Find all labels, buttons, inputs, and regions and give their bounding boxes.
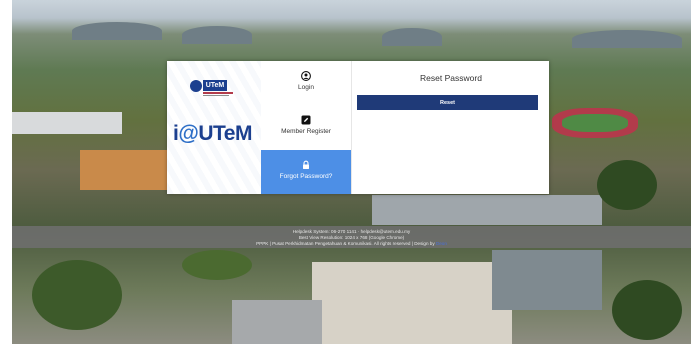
sports-field [562, 114, 628, 132]
app-title: i@UTeM [173, 122, 252, 146]
footer-credit-link[interactable]: Deon [436, 241, 447, 246]
reset-button[interactable]: Reset [357, 95, 538, 110]
menu-item-label: Login [298, 84, 314, 91]
trees [182, 250, 252, 280]
lock-icon [303, 160, 309, 169]
logo-text: UTeM [203, 80, 227, 91]
footer-copyright-text: PPPK | Pusat Perkhidmatan Pengetahuan & … [256, 241, 435, 246]
trees [32, 260, 122, 330]
user-circle-icon [301, 71, 311, 81]
logo-underline [203, 92, 233, 94]
building-left [12, 112, 122, 134]
auth-card: UTeM i@UTeM Login Member Register Forgot… [167, 61, 549, 194]
utem-logo: UTeM [190, 77, 234, 99]
panel-title: Reset Password [420, 73, 482, 83]
app-title-rest: UTeM [198, 122, 252, 145]
menu-item-label: Forgot Password? [279, 173, 333, 180]
mountain-shape [382, 28, 442, 46]
reset-password-panel: Reset Password Reset [351, 61, 549, 194]
mountain-shape [182, 26, 252, 44]
menu-item-forgot-password[interactable]: Forgot Password? [261, 150, 351, 194]
footer: Helpdesk System: 06-270 1141 · helpdesk@… [12, 226, 691, 248]
menu-item-label: Member Register [281, 128, 331, 135]
globe-icon [190, 80, 202, 92]
mountain-shape [72, 22, 162, 40]
logo-underline [203, 95, 229, 96]
trees [597, 160, 657, 210]
plaza-roof [312, 262, 512, 344]
menu-item-login[interactable]: Login [261, 61, 351, 105]
building-center [372, 195, 602, 225]
edit-icon [301, 115, 311, 125]
footer-copyright: PPPK | Pusat Perkhidmatan Pengetahuan & … [12, 241, 691, 247]
app-title-at: @ [178, 122, 199, 145]
trees [612, 280, 682, 340]
building-right [492, 250, 602, 310]
building-bottom [232, 300, 322, 344]
brand-panel: UTeM i@UTeM [167, 61, 261, 194]
menu-item-member-register[interactable]: Member Register [261, 105, 351, 149]
orange-building [80, 150, 170, 190]
auth-menu: Login Member Register Forgot Password? [261, 61, 351, 194]
mountain-shape [572, 30, 682, 48]
